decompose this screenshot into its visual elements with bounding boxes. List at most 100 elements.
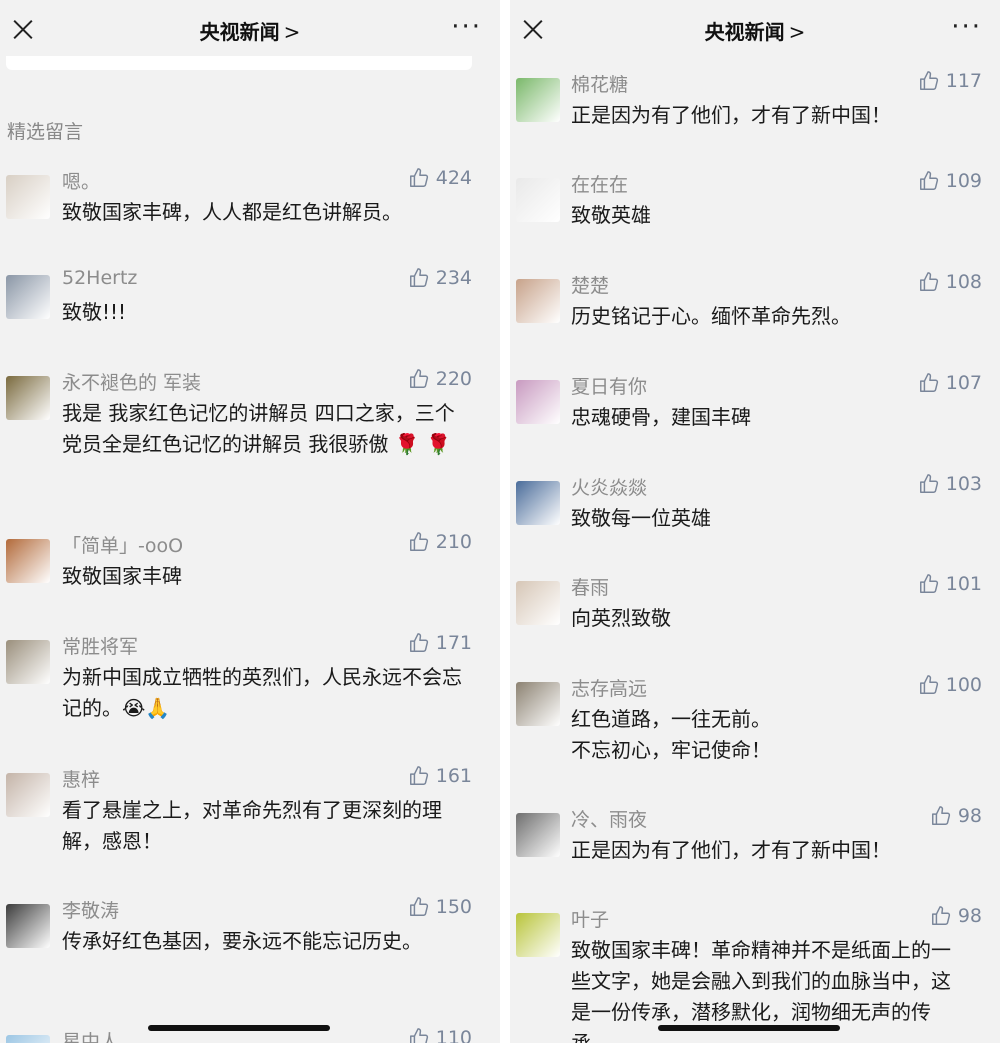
more-icon[interactable]: ··· [951,14,982,40]
top-navigation-bar: 央视新闻 > ··· [510,0,1000,60]
avatar[interactable] [6,539,50,583]
like-count: 220 [435,368,472,390]
like-button[interactable]: 98 [930,905,982,927]
top-navigation-bar: 央视新闻 > ··· [0,0,500,60]
like-button[interactable]: 110 [408,1027,472,1043]
comment-text: 我是 我家红色记忆的讲解员 四口之家，三个党员全是红色记忆的讲解员 我很骄傲 🌹… [62,401,455,456]
avatar[interactable] [516,913,560,957]
commenter-name: 永不褪色的 军装 [62,372,202,394]
comment-text: 正是因为有了他们，才有了新中国！ [571,103,891,127]
avatar[interactable] [516,78,560,122]
comment-text: 忠魂硬骨，建国丰碑 [571,405,751,429]
comment-text: 正是因为有了他们，才有了新中国！ [571,838,891,862]
like-button[interactable]: 161 [408,765,472,787]
like-button[interactable]: 109 [918,170,982,192]
thumbs-up-icon [408,896,430,918]
like-button[interactable]: 103 [918,473,982,495]
chevron-right-icon: > [283,20,301,44]
like-count: 101 [945,573,982,595]
like-button[interactable]: 101 [918,573,982,595]
avatar[interactable] [516,380,560,424]
like-count: 424 [435,167,472,189]
like-count: 98 [957,805,982,827]
avatar[interactable] [6,175,50,219]
avatar[interactable] [6,376,50,420]
avatar[interactable] [516,581,560,625]
like-button[interactable]: 220 [408,368,472,390]
thumbs-up-icon [918,473,940,495]
thumbs-up-icon [408,368,430,390]
commenter-name: 「简单」-ooO [62,535,184,557]
thumbs-up-icon [408,632,430,654]
like-count: 117 [945,70,982,92]
thumbs-up-icon [918,170,940,192]
comment-text: 致敬国家丰碑，人人都是红色讲解员。 [62,200,402,224]
home-indicator [148,1025,330,1031]
like-button[interactable]: 171 [408,632,472,654]
avatar[interactable] [6,275,50,319]
comment-text: 传承好红色基因，要永远不能忘记历史。 [62,929,422,953]
chevron-right-icon: > [788,20,806,44]
commenter-name: 火炎焱燚 [571,477,648,499]
like-button[interactable]: 234 [408,267,472,289]
commenter-name: 星中人 [62,1031,120,1043]
avatar[interactable] [516,178,560,222]
more-icon[interactable]: ··· [451,14,482,40]
like-button[interactable]: 424 [408,167,472,189]
like-count: 150 [435,896,472,918]
thumbs-up-icon [408,531,430,553]
featured-comments-heading: 精选留言 [7,121,84,143]
avatar[interactable] [516,481,560,525]
avatar[interactable] [6,1035,50,1043]
like-count: 109 [945,170,982,192]
avatar[interactable] [516,813,560,857]
like-button[interactable]: 100 [918,674,982,696]
thumbs-up-icon [918,372,940,394]
thumbs-up-icon [918,674,940,696]
avatar[interactable] [516,682,560,726]
comment-text: 向英烈致敬 [571,606,671,630]
like-count: 108 [945,271,982,293]
commenter-name: 嗯。 [62,171,101,193]
like-count: 110 [435,1027,472,1043]
commenter-name: 李敬涛 [62,900,120,922]
commenter-name: 叶子 [571,909,610,931]
like-button[interactable]: 108 [918,271,982,293]
comment-text: 致敬国家丰碑 [62,564,182,588]
like-button[interactable]: 117 [918,70,982,92]
thumbs-up-icon [408,167,430,189]
avatar[interactable] [6,640,50,684]
like-count: 107 [945,372,982,394]
thumbs-up-icon [930,805,952,827]
avatar[interactable] [516,279,560,323]
panel-divider [500,0,510,1043]
account-title[interactable]: 央视新闻 > [510,16,1000,45]
commenter-name: 夏日有你 [571,376,648,398]
account-name: 央视新闻 [199,20,280,44]
comment-text: 致敬英雄 [571,203,651,227]
thumbs-up-icon [930,905,952,927]
like-button[interactable]: 107 [918,372,982,394]
avatar[interactable] [6,773,50,817]
commenter-name: 52Hertz [62,267,138,289]
account-title[interactable]: 央视新闻 > [0,16,500,45]
thumbs-up-icon [918,271,940,293]
commenter-name: 春雨 [571,577,610,599]
commenter-name: 冷、雨夜 [571,809,648,831]
comment-text: 历史铭记于心。缅怀革命先烈。 [571,304,851,328]
avatar[interactable] [6,904,50,948]
comment-text: 致敬!!! [62,300,127,324]
like-count: 103 [945,473,982,495]
thumbs-up-icon [408,765,430,787]
like-button[interactable]: 210 [408,531,472,553]
like-button[interactable]: 98 [930,805,982,827]
thumbs-up-icon [408,1027,430,1043]
like-button[interactable]: 150 [408,896,472,918]
like-count: 98 [957,905,982,927]
comment-text: 看了悬崖之上，对革命先烈有了更深刻的理解，感恩！ [62,798,442,853]
commenter-name: 楚楚 [571,275,610,297]
comment-text: 致敬每一位英雄 [571,506,711,530]
like-count: 171 [435,632,472,654]
thumbs-up-icon [918,573,940,595]
account-name: 央视新闻 [704,20,785,44]
